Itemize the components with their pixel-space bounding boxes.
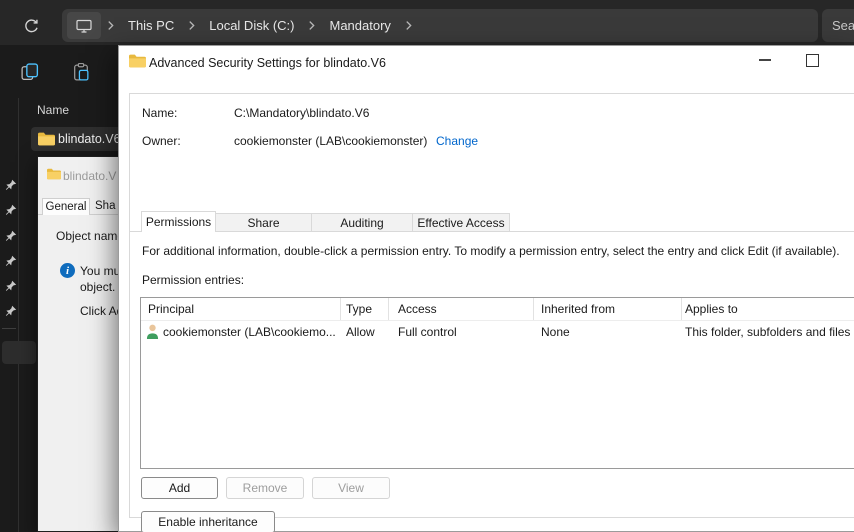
copy-icon [21,63,39,80]
owner-label: Owner: [142,134,181,148]
permission-entries-label: Permission entries: [142,273,245,287]
breadcrumb-this-pc[interactable]: This PC [120,18,182,33]
tab-share[interactable]: Share [215,213,312,232]
tab-permissions[interactable]: Permissions [141,211,216,232]
col-access[interactable]: Access [398,302,437,316]
column-header-name[interactable]: Name [37,103,69,117]
name-label: Name: [142,106,178,120]
cell-type: Allow [346,325,375,339]
monitor-icon [76,19,92,33]
cell-access: Full control [398,325,457,339]
paste-button[interactable] [71,62,91,82]
remove-button[interactable]: Remove [226,477,304,499]
pin-icon [5,204,17,215]
change-owner-link[interactable]: Change [436,134,478,148]
info-icon: i [60,263,75,278]
chevron-right-icon [302,20,321,31]
address-bar[interactable]: This PC Local Disk (C:) Mandatory [62,9,818,42]
chevron-right-icon [101,20,120,31]
pin-icon [5,230,17,241]
header-divider [141,320,854,321]
minimize-button[interactable] [759,59,771,61]
folder-icon [47,168,61,180]
chevron-right-icon [399,20,418,31]
tab-sharing[interactable]: Sha [95,200,115,212]
column-separator[interactable] [681,298,682,320]
maximize-button[interactable] [806,54,819,67]
file-name: blindato.V6 [58,132,121,146]
folder-icon [38,132,55,146]
folder-icon [129,54,146,68]
col-inherited-from[interactable]: Inherited from [541,302,615,316]
cell-inherited-from: None [541,325,570,339]
pin-icon [5,280,17,291]
cell-applies-to: This folder, subfolders and files [685,325,851,339]
file-row-selected[interactable]: blindato.V6 [31,127,131,151]
this-pc-icon-segment[interactable] [67,12,101,39]
column-separator[interactable] [340,298,341,320]
column-separator[interactable] [388,298,389,320]
tab-general[interactable]: General [42,198,90,215]
view-button[interactable]: View [312,477,390,499]
sidebar-divider [2,328,16,329]
explorer-titlebar: This PC Local Disk (C:) Mandatory Sea [0,0,854,45]
paste-icon [74,63,89,81]
refresh-icon [24,18,38,32]
search-input[interactable]: Sea [822,9,854,42]
advanced-security-dialog: Advanced Security Settings for blindato.… [118,45,854,532]
enable-inheritance-button[interactable]: Enable inheritance [141,511,275,532]
object-name-label: Object name [56,229,125,243]
instruction-text: For additional information, double-click… [142,244,840,258]
col-principal[interactable]: Principal [148,302,194,316]
copy-button[interactable] [20,62,40,82]
nav-pane-divider [18,98,19,532]
info-text-line3: Click Ad [80,304,124,318]
pin-icon [5,179,17,190]
breadcrumb-local-disk[interactable]: Local Disk (C:) [201,18,302,33]
col-applies-to[interactable]: Applies to [685,302,738,316]
search-text: Sea [832,18,854,33]
add-button[interactable]: Add [141,477,218,499]
name-value: C:\Mandatory\blindato.V6 [234,106,370,120]
chevron-right-icon [182,20,201,31]
cell-principal: cookiemonster (LAB\cookiemo... [163,325,336,339]
pin-icon [5,305,17,316]
properties-dialog-title: blindato.V [63,169,117,183]
user-icon [146,324,159,339]
pin-icon [5,255,17,266]
tab-effective-access[interactable]: Effective Access [412,213,510,232]
tab-auditing[interactable]: Auditing [311,213,413,232]
screen: This PC Local Disk (C:) Mandatory Sea Na… [0,0,854,532]
column-separator[interactable] [533,298,534,320]
owner-value: cookiemonster (LAB\cookiemonster) [234,134,428,148]
dialog-title: Advanced Security Settings for blindato.… [149,56,386,70]
sidebar-selected-item[interactable] [2,341,36,364]
refresh-button[interactable] [20,15,42,37]
permission-entries-table[interactable]: Principal Type Access Inherited from App… [140,297,854,469]
info-text-line2: object. [80,280,116,294]
dialog-content-panel: Name: C:\Mandatory\blindato.V6 Owner: co… [129,93,854,532]
breadcrumb-mandatory[interactable]: Mandatory [321,18,398,33]
col-type[interactable]: Type [346,302,372,316]
